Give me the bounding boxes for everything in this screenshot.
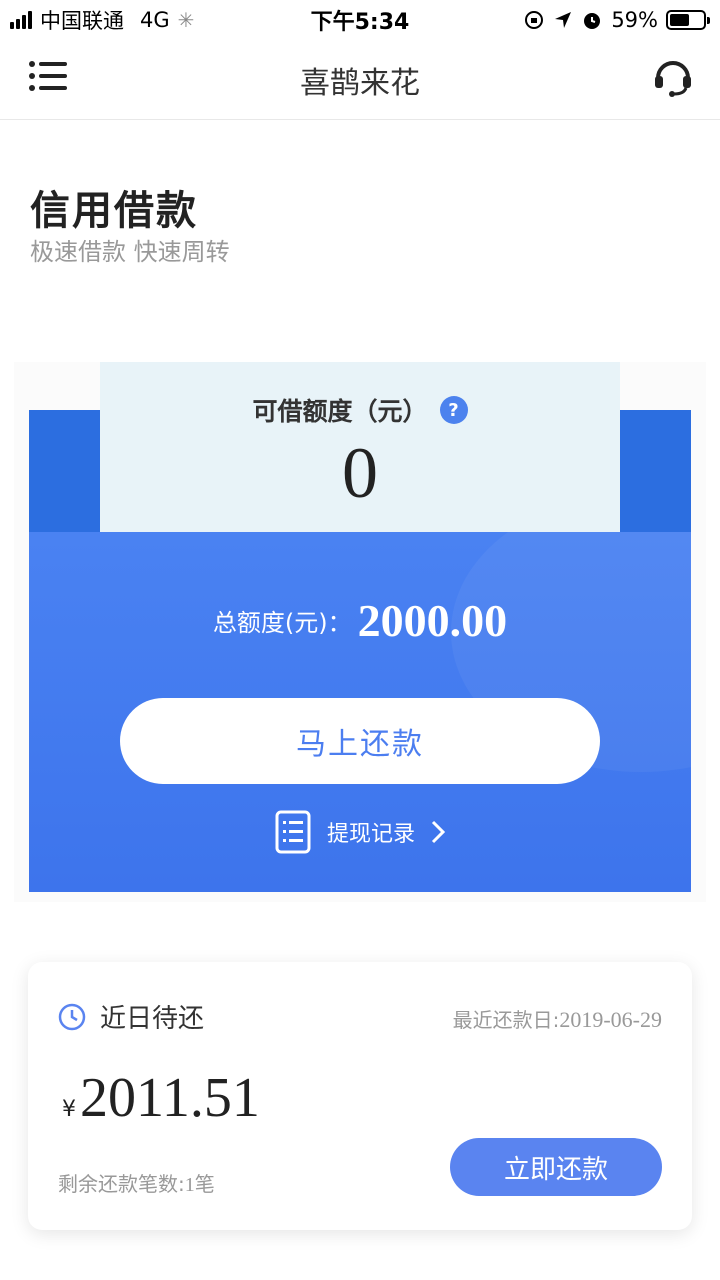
hero-subtitle: 极速借款 快速周转 — [30, 238, 230, 266]
total-credit-row: 总额度(元)： 2000.00 — [29, 594, 691, 647]
upcoming-title: 近日待还 — [100, 1004, 205, 1034]
status-bar: 中国联通 4G ✳ 下午5:34 59% — [0, 0, 720, 40]
signal-icon — [10, 11, 32, 29]
remaining-count-label: 剩余还款笔数: — [58, 1172, 185, 1196]
due-date-value: 2019-06-29 — [559, 1007, 662, 1032]
status-left: 中国联通 4G ✳ — [10, 5, 194, 35]
upcoming-title-row: 近日待还 — [58, 998, 204, 1035]
available-credit-label-row: 可借额度（元） ? — [252, 392, 468, 428]
battery-fill — [670, 14, 689, 26]
clock-icon — [58, 1003, 86, 1030]
due-date-row: 最近还款日:2019-06-29 — [453, 1004, 662, 1033]
network-type: 4G — [140, 8, 170, 32]
available-credit-value: 0 — [342, 433, 378, 513]
due-amount: 2011.51 — [80, 1067, 260, 1129]
chevron-right-icon — [431, 820, 445, 844]
location-arrow-icon — [555, 12, 572, 28]
total-credit-label: 总额度(元)： — [212, 609, 352, 637]
currency-symbol: ¥ — [62, 1097, 76, 1122]
menu-icon[interactable] — [28, 58, 68, 94]
battery-icon — [666, 10, 710, 30]
headset-icon[interactable] — [652, 54, 694, 98]
withdraw-records-link[interactable]: 提现记录 — [29, 810, 691, 854]
pay-now-button[interactable]: 立即还款 — [450, 1138, 662, 1196]
total-credit-value: 2000.00 — [357, 595, 508, 646]
available-credit-label: 可借额度（元） — [252, 397, 428, 426]
status-right: 59% — [523, 8, 710, 32]
withdraw-records-label: 提现记录 — [326, 822, 415, 847]
document-list-icon — [275, 810, 311, 854]
page-title: 喜鹊来花 — [300, 65, 420, 101]
remaining-count-row: 剩余还款笔数:1笔 — [58, 1168, 215, 1197]
hero-title: 信用借款 — [30, 188, 198, 234]
credit-card: 总额度(元)： 2000.00 马上还款 提现记录 — [29, 532, 691, 892]
due-amount-row: ¥2011.51 — [62, 1066, 260, 1130]
help-icon[interactable]: ? — [439, 396, 468, 424]
carrier-name: 中国联通 — [40, 9, 124, 33]
upcoming-repayment-card: 近日待还 最近还款日:2019-06-29 ¥2011.51 剩余还款笔数:1笔… — [28, 962, 692, 1230]
available-credit-box: 可借额度（元） ? 0 — [100, 362, 620, 533]
loading-spinner-icon: ✳ — [177, 8, 195, 32]
remaining-count-value: 1 — [184, 1174, 195, 1196]
repay-now-button[interactable]: 马上还款 — [120, 698, 600, 784]
due-date-label: 最近还款日: — [452, 1008, 560, 1032]
battery-percent: 59% — [611, 8, 658, 32]
alarm-icon — [584, 13, 601, 29]
rotation-lock-icon — [525, 11, 544, 29]
nav-bar: 喜鹊来花 — [0, 40, 720, 120]
remaining-count-unit: 笔 — [194, 1172, 215, 1196]
